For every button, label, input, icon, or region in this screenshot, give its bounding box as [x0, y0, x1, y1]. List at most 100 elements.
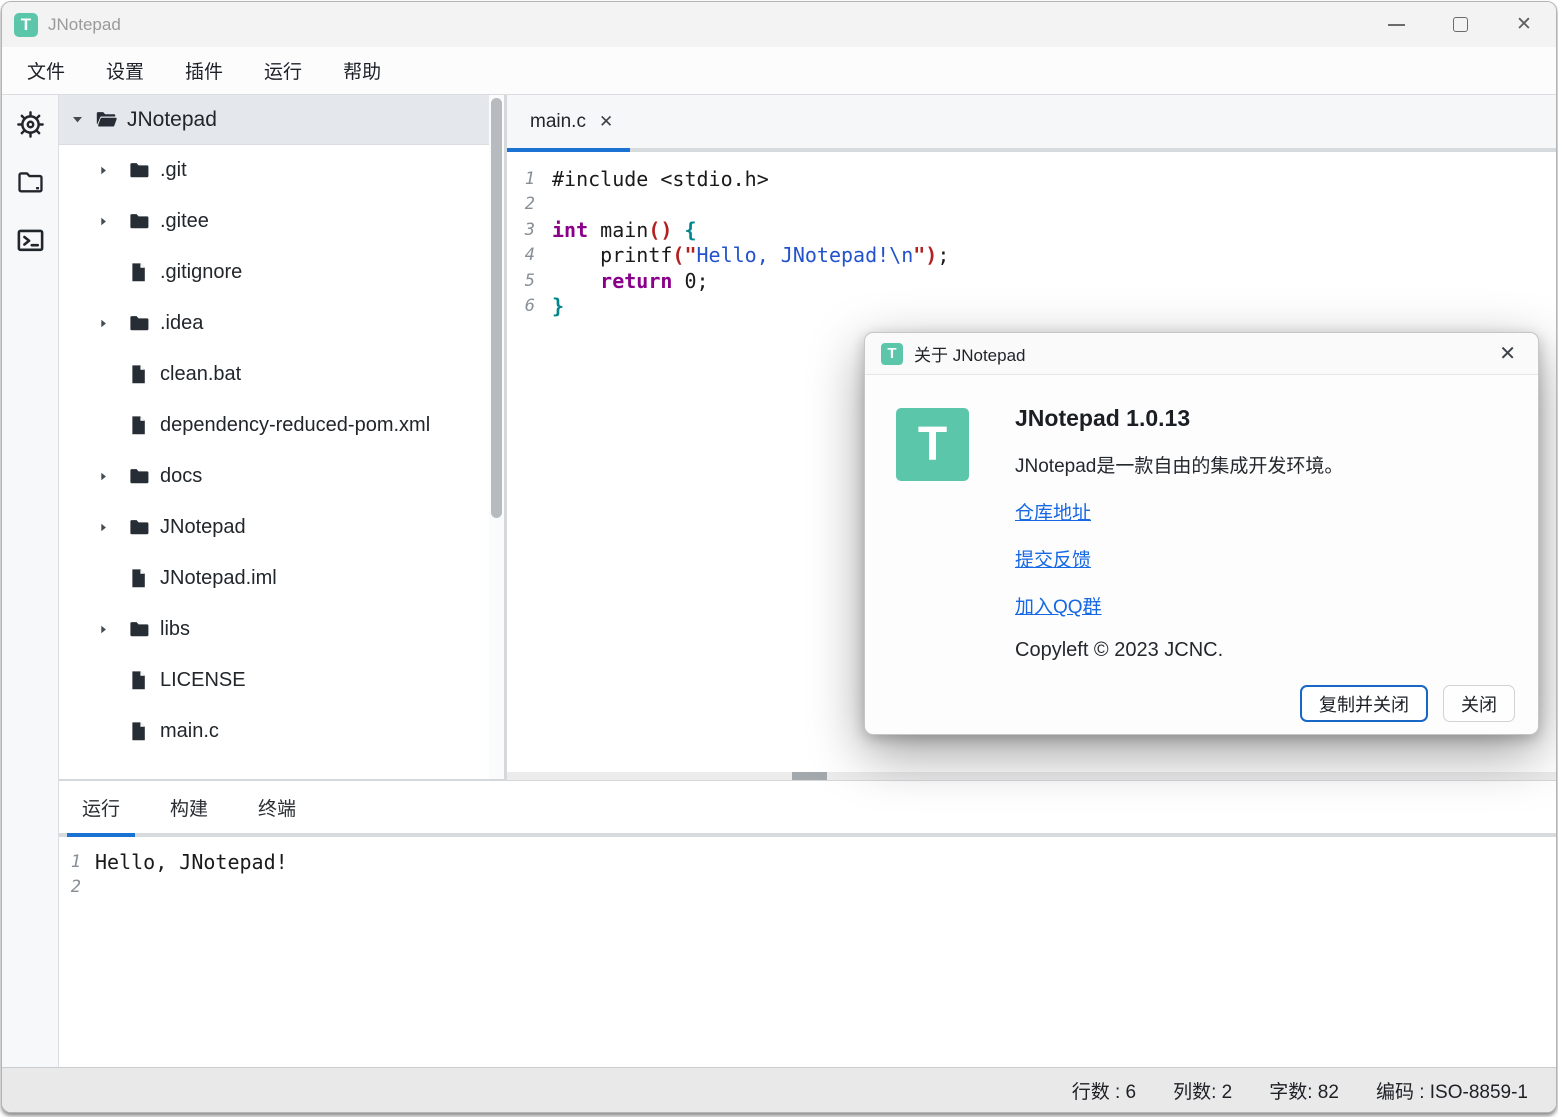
folder-explorer-icon[interactable] [14, 166, 46, 198]
tree-row[interactable]: .idea [59, 298, 504, 349]
code-line: 3 int main() { [507, 218, 1556, 243]
copy-and-close-button[interactable]: 复制并关闭 [1300, 685, 1428, 722]
link-repository[interactable]: 仓库地址 [1015, 498, 1515, 525]
file-icon [128, 364, 149, 385]
tab-run[interactable]: 运行 [67, 781, 135, 833]
tree-row[interactable]: clean.bat [59, 349, 504, 400]
status-line-count: 行数 : 6 [1072, 1077, 1136, 1104]
menu-run[interactable]: 运行 [264, 57, 302, 84]
editor-hscrollbar[interactable] [507, 772, 1556, 780]
maximize-icon [1453, 17, 1468, 32]
tree-item-label: main.c [160, 720, 219, 743]
about-dialog: T 关于 JNotepad ✕ T JNotepad 1.0.13 JNotep… [864, 332, 1539, 735]
close-icon: ✕ [1516, 15, 1532, 34]
line-number: 4 [507, 243, 535, 268]
window-titlebar: T JNotepad ✕ [2, 2, 1556, 47]
tab-build[interactable]: 构建 [155, 781, 223, 833]
tree-row[interactable]: JNotepad.iml [59, 553, 504, 604]
code-line: 2 [507, 192, 1556, 217]
tree-row[interactable]: main.c [59, 706, 504, 757]
tree-row[interactable]: .gitignore [59, 247, 504, 298]
status-bar: 行数 : 6 列数: 2 字数: 82 编码 : ISO-8859-1 [2, 1067, 1556, 1112]
bottom-panel: 运行 构建 终端 1 Hello, JNotepad! 2 [59, 780, 1556, 1074]
tree-item-label: JNotepad.iml [160, 567, 277, 590]
tree-item-label: dependency-reduced-pom.xml [160, 414, 430, 437]
tree-item-label: libs [160, 618, 190, 641]
folder-open-icon [94, 108, 118, 132]
chevron-right-icon[interactable] [97, 164, 110, 177]
tree-item-label: docs [160, 465, 202, 488]
folder-icon [128, 618, 151, 641]
menu-settings[interactable]: 设置 [106, 57, 144, 84]
tree-item-label: JNotepad [160, 516, 246, 539]
folder-icon [128, 516, 151, 539]
minimize-icon [1388, 24, 1405, 26]
dialog-titlebar: T 关于 JNotepad ✕ [865, 333, 1538, 375]
tree-row[interactable]: docs [59, 451, 504, 502]
tab-main-c[interactable]: main.c ✕ [507, 95, 630, 148]
tree-row[interactable]: JNotepad [59, 502, 504, 553]
menu-help[interactable]: 帮助 [343, 57, 381, 84]
code-line: 1 #include <stdio.h> [507, 167, 1556, 192]
bottom-tabstrip: 运行 构建 终端 [59, 781, 1556, 833]
folder-icon [128, 159, 151, 182]
folder-icon [128, 465, 151, 488]
triangle-down-icon[interactable] [70, 112, 85, 127]
menu-plugins[interactable]: 插件 [185, 57, 223, 84]
code-line: 6 } [507, 294, 1556, 319]
code-line: 4 printf("Hello, JNotepad!\n"); [507, 243, 1556, 268]
dialog-logo-icon: T [881, 343, 903, 365]
editor-hscrollbar-thumb[interactable] [792, 772, 827, 780]
line-number: 6 [507, 294, 535, 319]
menu-bar: 文件 设置 插件 运行 帮助 [2, 47, 1556, 95]
file-icon [128, 262, 149, 283]
link-qq-group[interactable]: 加入QQ群 [1015, 592, 1515, 619]
tree-item-label: .idea [160, 312, 203, 335]
copyright-text: Copyleft © 2023 JCNC. [1015, 639, 1515, 662]
chevron-right-icon[interactable] [97, 317, 110, 330]
minimize-button[interactable] [1364, 2, 1428, 47]
tree-row[interactable]: LICENSE [59, 655, 504, 706]
tree-root-label: JNotepad [127, 108, 217, 132]
tab-close-icon[interactable]: ✕ [599, 112, 613, 132]
link-feedback[interactable]: 提交反馈 [1015, 545, 1515, 572]
dialog-body: T JNotepad 1.0.13 JNotepad是一款自由的集成开发环境。 … [865, 375, 1538, 735]
close-dialog-button[interactable]: 关闭 [1443, 685, 1515, 722]
activity-bar [2, 95, 59, 780]
chevron-right-icon[interactable] [97, 623, 110, 636]
tree-item-label: clean.bat [160, 363, 241, 386]
app-window: T JNotepad ✕ 文件 设置 插件 运行 帮助 [1, 1, 1557, 1113]
tree-scrollbar[interactable] [489, 95, 504, 779]
run-output[interactable]: 1 Hello, JNotepad! 2 [59, 837, 1556, 900]
tree-row[interactable]: libs [59, 604, 504, 655]
activity-bar-extension [2, 780, 59, 1074]
maximize-button[interactable] [1428, 2, 1492, 47]
tree-row[interactable]: .git [59, 145, 504, 196]
file-icon [128, 670, 149, 691]
tab-terminal[interactable]: 终端 [243, 781, 311, 833]
file-icon [128, 721, 149, 742]
settings-gear-icon[interactable] [14, 108, 46, 140]
file-icon [128, 415, 149, 436]
menu-file[interactable]: 文件 [27, 57, 65, 84]
tree-row[interactable]: dependency-reduced-pom.xml [59, 400, 504, 451]
dialog-title: 关于 JNotepad [914, 341, 1026, 366]
folder-icon [128, 312, 151, 335]
output-line: 2 [59, 875, 1556, 900]
tree-row[interactable]: .gitee [59, 196, 504, 247]
file-icon [128, 568, 149, 589]
chevron-right-icon[interactable] [97, 215, 110, 228]
app-logo-large: T [896, 408, 969, 481]
app-description: JNotepad是一款自由的集成开发环境。 [1015, 451, 1515, 478]
tree-row-root[interactable]: JNotepad [59, 95, 504, 145]
chevron-right-icon[interactable] [97, 521, 110, 534]
close-button[interactable]: ✕ [1492, 2, 1556, 47]
window-title: JNotepad [48, 15, 121, 35]
tree-scrollbar-thumb[interactable] [491, 98, 502, 518]
chevron-right-icon[interactable] [97, 470, 110, 483]
dialog-close-icon[interactable]: ✕ [1493, 339, 1522, 368]
terminal-icon[interactable] [14, 224, 46, 256]
active-tab-indicator [67, 833, 135, 837]
line-number: 5 [507, 269, 535, 294]
line-number: 1 [59, 850, 81, 875]
